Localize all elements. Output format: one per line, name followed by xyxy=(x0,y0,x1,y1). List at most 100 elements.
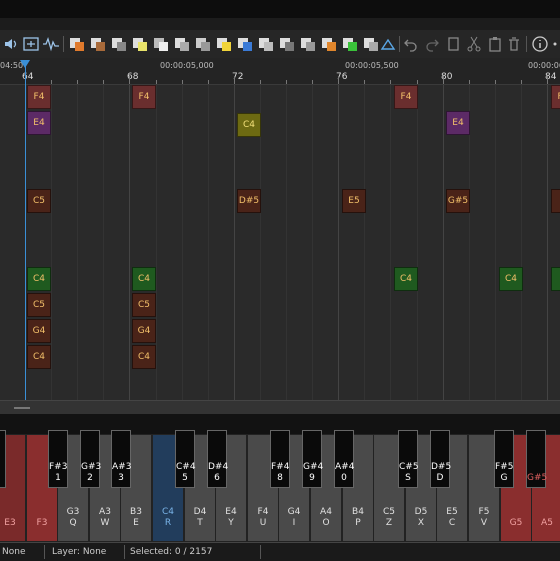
note-tool-blue-icon[interactable] xyxy=(236,35,254,53)
black-key[interactable]: F#4 8 xyxy=(270,430,290,488)
note-tool-orange-icon[interactable] xyxy=(68,35,86,53)
paste-icon[interactable] xyxy=(486,35,504,53)
white-key-label: A4 O xyxy=(311,507,341,529)
note-block[interactable]: G4 xyxy=(27,319,51,343)
note-block[interactable]: F4 xyxy=(551,85,560,109)
note-block[interactable]: C4 xyxy=(237,113,261,137)
undo-icon[interactable] xyxy=(402,35,420,53)
note-block[interactable]: E4 xyxy=(446,111,470,135)
black-key[interactable]: F#5 G xyxy=(494,430,514,488)
note-tool-brown-icon[interactable] xyxy=(89,35,107,53)
copy-icon[interactable] xyxy=(444,35,462,53)
note-tool-yellow-icon[interactable] xyxy=(131,35,149,53)
black-key[interactable]: F#3 1 xyxy=(48,430,68,488)
black-key[interactable]: G#4 9 xyxy=(302,430,323,488)
key-shortcut: G xyxy=(500,473,508,483)
piano-keyboard[interactable]: E3 F3 G3 Q A3 W B3 E C4 R D4 T E4 Y F4 U G4 I A4 O B4 P C5 Z D5 X… xyxy=(0,414,560,542)
black-key[interactable]: A#4 0 xyxy=(334,430,354,488)
status-separator xyxy=(260,545,261,559)
splitter-grip[interactable] xyxy=(14,407,30,409)
note-block[interactable]: C4 xyxy=(394,267,418,291)
note-block[interactable]: F4 xyxy=(394,85,418,109)
white-key-label: F5 V xyxy=(469,507,499,529)
ruler-tick xyxy=(260,80,261,84)
key-shortcut: C xyxy=(448,518,456,528)
ruler-tick xyxy=(338,76,339,84)
playhead-line[interactable] xyxy=(25,62,26,402)
note-block[interactable]: F4 xyxy=(27,85,51,109)
ruler-tick xyxy=(77,80,78,84)
note-block[interactable]: C5 xyxy=(132,293,156,317)
note-tool-amber-icon[interactable] xyxy=(320,35,338,53)
note-tool-gray-icon[interactable] xyxy=(110,35,128,53)
waveform-icon[interactable] xyxy=(42,35,60,53)
triangle-up-icon[interactable] xyxy=(379,35,397,53)
note-block[interactable]: G#5 xyxy=(446,189,470,213)
info-icon[interactable] xyxy=(531,35,549,53)
note-block[interactable]: C5 xyxy=(27,293,51,317)
grid-line xyxy=(338,85,339,400)
ruler-tick xyxy=(364,80,365,84)
note-tool-gold-icon[interactable] xyxy=(215,35,233,53)
cut-icon[interactable] xyxy=(465,35,483,53)
note-block[interactable]: C4 xyxy=(132,267,156,291)
ruler-tick xyxy=(103,80,104,84)
grid-line xyxy=(77,85,78,400)
note-block[interactable]: C4 xyxy=(27,267,51,291)
key-note-name: A#3 xyxy=(112,462,132,472)
black-key[interactable]: C#4 5 xyxy=(175,430,196,488)
note-tool-green-icon[interactable] xyxy=(341,35,359,53)
white-key-label: F4 U xyxy=(248,507,278,529)
note-block[interactable]: A xyxy=(551,267,560,291)
note-tool-white-icon[interactable] xyxy=(152,35,170,53)
note-block[interactable]: C5 xyxy=(27,189,51,213)
note-block[interactable]: E4 xyxy=(27,111,51,135)
note-block[interactable]: C4 xyxy=(499,267,523,291)
status-bar: None Layer: None Selected: 0 / 2157 xyxy=(0,542,560,561)
note-tool-neutral-icon[interactable] xyxy=(362,35,380,53)
key-shortcut: U xyxy=(259,518,267,528)
white-key-label: C5 Z xyxy=(374,507,404,529)
key-shortcut: E xyxy=(133,518,139,528)
note-tool-silver-icon[interactable] xyxy=(173,35,191,53)
panel-splitter[interactable] xyxy=(0,400,560,415)
ruler-tick xyxy=(469,80,470,84)
black-key[interactable]: D#4 6 xyxy=(207,430,228,488)
black-key[interactable]: A#3 3 xyxy=(111,430,131,488)
more-icon[interactable] xyxy=(551,35,560,53)
key-note-name: C5 xyxy=(382,507,395,517)
timeline-ruler[interactable]: 04:5000:00:05,00000:00:05,50000:00:06646… xyxy=(0,58,560,85)
black-key[interactable]: C#5 S xyxy=(398,430,419,488)
note-block[interactable]: G4 xyxy=(132,319,156,343)
key-shortcut: 5 xyxy=(182,473,188,483)
note-block[interactable]: F4 xyxy=(132,85,156,109)
key-note-name: G#3 xyxy=(81,462,102,472)
note-tool-dim-icon[interactable] xyxy=(278,35,296,53)
redo-icon[interactable] xyxy=(423,35,441,53)
delete-icon[interactable] xyxy=(505,35,523,53)
note-block[interactable]: D#5 xyxy=(237,189,261,213)
note-tool-pale-icon[interactable] xyxy=(257,35,275,53)
piano-roll-grid[interactable]: F4 E4 C5 C4 C5 G4 C4 F4 C4 C5 G4 C4 C4 D#5 E5 F4 C4 E4 G#5… xyxy=(0,85,560,400)
note-block[interactable]: E5 xyxy=(342,189,366,213)
grid-select-icon[interactable] xyxy=(22,35,40,53)
key-shortcut: 9 xyxy=(309,473,315,483)
black-key[interactable]: G#3 2 xyxy=(80,430,102,488)
grid-line xyxy=(182,85,183,400)
note-block[interactable]: C4 xyxy=(27,345,51,369)
grid-line xyxy=(547,85,548,400)
note-block[interactable]: C xyxy=(551,189,560,213)
speaker-icon[interactable] xyxy=(2,35,20,53)
note-tool-light-icon[interactable] xyxy=(194,35,212,53)
white-key-label: D5 X xyxy=(406,507,436,529)
black-key[interactable]: D#5 D xyxy=(430,430,451,488)
ruler-tick xyxy=(312,80,313,84)
key-note-name: F#3 xyxy=(49,462,68,472)
note-block[interactable]: C4 xyxy=(132,345,156,369)
black-key[interactable] xyxy=(0,430,6,488)
black-key[interactable]: G#5 xyxy=(526,430,547,488)
status-separator xyxy=(44,545,45,559)
ruler-time-label: 00:00:06 xyxy=(528,61,560,70)
black-key-label: F#4 8 xyxy=(271,462,289,484)
note-tool-smoke-icon[interactable] xyxy=(299,35,317,53)
